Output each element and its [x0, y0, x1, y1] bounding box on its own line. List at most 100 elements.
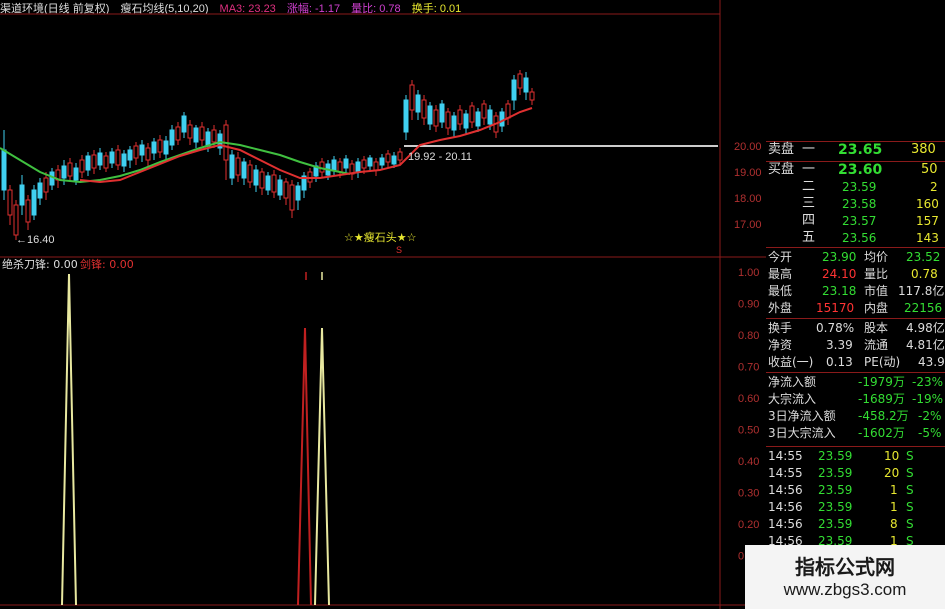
tick-time: 14:55 [768, 466, 803, 480]
candle-body [451, 115, 457, 131]
candle-body [31, 189, 37, 216]
tick-vol: 1 [890, 483, 898, 497]
tick-side: S [906, 483, 914, 497]
candle-body [25, 199, 31, 223]
panel-divider [766, 318, 945, 319]
candle-body [463, 113, 469, 129]
candle-body [103, 155, 109, 169]
tick-price: 23.59 [818, 500, 853, 514]
candle-body [433, 109, 439, 127]
candle-body [7, 189, 13, 216]
fund-row: 净资 3.39 流通 4.81亿 [766, 337, 945, 353]
candle-body [235, 157, 241, 176]
candle-body [97, 152, 103, 166]
candle-body [505, 103, 511, 119]
fund-row: 收益(一) 0.13 PE(动) 43.9 [766, 354, 945, 370]
candle-body [295, 185, 301, 201]
candle-body [67, 162, 73, 177]
candle-body [523, 77, 529, 93]
fund-value: 4.98亿 [906, 321, 945, 335]
fund-key: 净资 [768, 338, 793, 352]
flow-pct: -23% [912, 375, 944, 389]
candle-body [133, 145, 139, 159]
range-annotation: 19.92 - 20.11 [408, 151, 472, 163]
indicator-tick: 0.40 [738, 456, 759, 468]
tick-row[interactable]: 14:56 23.59 1 S [766, 482, 945, 498]
tick-vol: 8 [890, 517, 898, 531]
sell-row[interactable]: 卖盘 一 23.65 380 [766, 142, 945, 160]
candle-body [367, 157, 373, 167]
tick-row[interactable]: 14:56 23.59 1 S [766, 499, 945, 515]
flow-value: -1979万 [858, 375, 905, 389]
candle-body [427, 105, 433, 125]
candle-body [37, 182, 43, 199]
buy-row[interactable]: 四 23.57 157 [766, 213, 945, 229]
buy-row[interactable]: 二 23.59 2 [766, 179, 945, 195]
quote-key: 最低 [768, 284, 793, 298]
flow-label: 3日大宗流入 [768, 426, 836, 440]
flow-value: -458.2万 [858, 409, 909, 423]
indicator-spike [297, 327, 312, 606]
tick-time: 14:55 [768, 449, 803, 463]
candle-body [115, 149, 121, 166]
candle-body [49, 171, 55, 186]
buy-price: 23.56 [842, 231, 877, 245]
flow-row: 大宗流入 -1689万 -19% [766, 391, 945, 407]
candle-body [457, 109, 463, 125]
candle-body [91, 154, 97, 169]
buy-row[interactable]: 三 23.58 160 [766, 196, 945, 212]
price-tick: 19.00 [734, 167, 762, 179]
tick-side: S [906, 466, 914, 480]
tick-vol: 1 [890, 500, 898, 514]
price-tick: 18.00 [734, 193, 762, 205]
buy-row[interactable]: 五 23.56 143 [766, 230, 945, 246]
candle-body [151, 141, 157, 154]
panel-divider [766, 446, 945, 447]
watermark-title: 指标公式网 [795, 555, 895, 579]
candle-body [211, 129, 217, 143]
indicator-tick: 0.80 [738, 330, 759, 342]
kline-chart[interactable]: 20.00 19.00 18.00 17.00 1.00 0.90 0.80 0.70… [0, 0, 766, 609]
tick-time: 14:56 [768, 517, 803, 531]
candle-body [229, 154, 235, 179]
quote-value: 15170 [816, 301, 855, 315]
candle-body [391, 155, 397, 165]
candle-body [19, 184, 25, 206]
fund-value: 0.13 [826, 355, 853, 369]
candle-body [127, 149, 133, 161]
candle-body [187, 124, 193, 139]
candle-body [175, 126, 181, 141]
flow-row: 3日净流入额 -458.2万 -2% [766, 408, 945, 424]
buy-row[interactable]: 买盘 一 23.60 50 [766, 162, 945, 180]
candle-body [271, 174, 277, 193]
indicator-spike [314, 327, 330, 606]
candle-body [355, 161, 361, 173]
candle-body [289, 184, 295, 211]
tick-vol: 20 [884, 466, 900, 480]
tick-row[interactable]: 14:56 23.59 8 S [766, 516, 945, 532]
candle-body [469, 105, 475, 123]
candle-body [487, 109, 493, 125]
candle-body [361, 159, 367, 169]
candle-body [13, 204, 19, 236]
candle-body [121, 153, 127, 167]
buy-price: 23.59 [842, 180, 877, 194]
tick-vol: 10 [884, 449, 900, 463]
price-tick: 17.00 [734, 219, 762, 231]
buy-volume: 2 [930, 180, 938, 194]
quote-value: 24.10 [822, 267, 857, 281]
indicator-blade: 刀锋: 0.00 [24, 258, 78, 271]
candle-body [415, 94, 421, 113]
candle-body [481, 103, 487, 119]
quote-key: 量比 [864, 267, 889, 281]
candle-body [529, 91, 535, 101]
panel-divider [766, 247, 945, 248]
candle-body [385, 153, 391, 163]
sell-volume: 380 [911, 142, 936, 157]
candle-body [517, 73, 523, 89]
signal-marker: S [396, 245, 402, 255]
tick-side: S [906, 449, 914, 463]
tick-row[interactable]: 14:55 23.59 10 S [766, 448, 945, 464]
tick-row[interactable]: 14:55 23.59 20 S [766, 465, 945, 481]
fund-value: 43.9 [918, 355, 945, 369]
